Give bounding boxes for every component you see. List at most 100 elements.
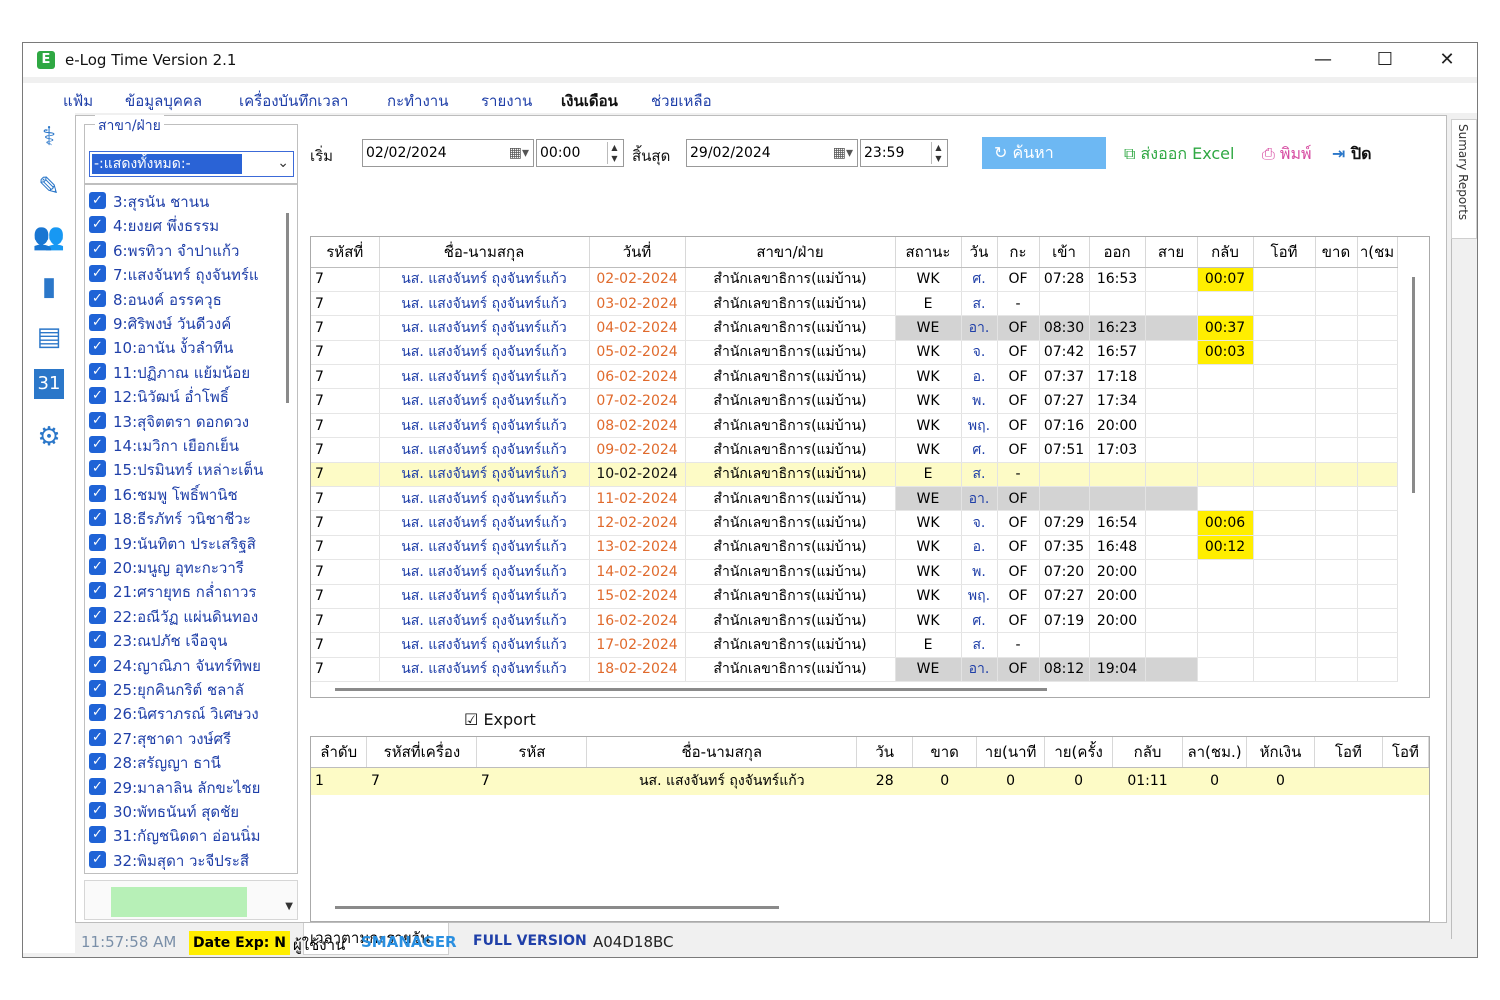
checkbox-checked-icon[interactable]: ✓: [89, 216, 106, 234]
summary-column-header[interactable]: ลำดับ: [311, 737, 368, 768]
export-excel-button[interactable]: ⧉ ส่งออก Excel: [1124, 142, 1234, 167]
checkbox-checked-icon[interactable]: ✓: [89, 704, 106, 722]
employee-item[interactable]: ✓ 4:ยงยศ พึ่งธรรม: [89, 213, 297, 235]
employee-list[interactable]: ✓ 3:สุรนัน ชานน ✓ 4:ยงยศ พึ่งธรรม ✓ 6:พรทิวา …: [84, 184, 298, 874]
calendar-dropdown-icon[interactable]: ▦▾: [509, 140, 529, 166]
column-header[interactable]: กลับ: [1197, 237, 1254, 268]
checkbox-checked-icon[interactable]: ✓: [89, 314, 106, 331]
employee-item[interactable]: ✓ 11:ปฏิภาณ แย้มน้อย: [89, 360, 297, 382]
column-header[interactable]: า(ชม: [1357, 237, 1398, 268]
table-row[interactable]: 7 นส. แสงจันทร์ ถุงจันทร์แก้ว 07-02-2024 สำ…: [311, 388, 1398, 414]
checkbox-checked-icon[interactable]: ✓: [89, 850, 106, 868]
branch-select[interactable]: -:แสดงทั้งหมด:- ⌄: [89, 151, 294, 177]
column-header[interactable]: วัน: [961, 237, 998, 268]
employee-item[interactable]: ✓ 25:ยุกคินกริต์ ชลาลั: [89, 677, 297, 699]
summary-column-header[interactable]: รหัส: [476, 737, 588, 768]
close-window-button[interactable]: ✕: [1427, 47, 1467, 73]
checkbox-checked-icon[interactable]: ✓: [89, 680, 106, 697]
print-button[interactable]: ⎙ พิมพ์: [1262, 142, 1312, 167]
summary-horizontal-scrollbar[interactable]: [335, 906, 779, 909]
employee-item[interactable]: ✓ 3:สุรนัน ชานน: [89, 189, 297, 211]
table-row[interactable]: 7 นส. แสงจันทร์ ถุงจันทร์แก้ว 12-02-2024 สำ…: [311, 510, 1398, 536]
grid-horizontal-scrollbar[interactable]: [335, 688, 1047, 691]
checkbox-checked-icon[interactable]: ✓: [89, 558, 106, 575]
column-header[interactable]: สถานะ: [895, 237, 962, 268]
employee-item[interactable]: ✓ 32:พิมสุดา วะจีประสี: [89, 848, 297, 870]
employee-item[interactable]: ✓ 23:ณปภัช เจือจุน: [89, 628, 297, 650]
checkbox-checked-icon[interactable]: ✓: [89, 289, 106, 307]
column-header[interactable]: สาขา/ฝ่าย: [685, 237, 896, 268]
checkbox-checked-icon[interactable]: ✓: [89, 460, 106, 478]
employee-item[interactable]: ✓ 20:มนูญ อุทะกะวารี: [89, 555, 297, 577]
table-row[interactable]: 7 นส. แสงจันทร์ ถุงจันทร์แก้ว 11-02-2024 สำ…: [311, 486, 1398, 512]
checkbox-checked-icon[interactable]: ✓: [89, 265, 106, 283]
checkbox-checked-icon[interactable]: ✓: [89, 362, 106, 380]
checkbox-checked-icon[interactable]: ✓: [89, 436, 106, 453]
export-button[interactable]: ☑ Export: [464, 710, 536, 729]
calendar-dropdown-icon[interactable]: ▦▾: [833, 140, 853, 166]
employee-item[interactable]: ✓ 31:กัญชนิดดา อ่อนนิ่ม: [89, 823, 297, 845]
checkbox-checked-icon[interactable]: ✓: [89, 728, 106, 746]
start-date-input[interactable]: 02/02/2024 ▦▾: [362, 139, 534, 167]
checkbox-checked-icon[interactable]: ✓: [89, 509, 106, 527]
employee-item[interactable]: ✓ 28:สรัญญา ธานี: [89, 750, 297, 772]
summary-column-header[interactable]: าย(ครั้ง: [1044, 737, 1114, 768]
employee-item[interactable]: ✓ 27:สุชาดา วงษ์ศรี: [89, 726, 297, 748]
checkbox-checked-icon[interactable]: ✓: [89, 240, 106, 258]
dropdown-arrow-icon[interactable]: ▼: [285, 901, 293, 912]
table-row[interactable]: 7 นส. แสงจันทร์ ถุงจันทร์แก้ว 10-02-2024 สำ…: [311, 462, 1398, 488]
employee-item[interactable]: ✓ 19:นันทิตา ประเสริฐสิ: [89, 531, 297, 553]
maximize-button[interactable]: ☐: [1365, 47, 1405, 73]
column-header[interactable]: โอที: [1253, 237, 1316, 268]
summary-column-header[interactable]: รหัสที่เครื่อง: [366, 737, 478, 768]
column-header[interactable]: วันที่: [589, 237, 686, 268]
summary-column-header[interactable]: ชื่อ-นามสกุล: [586, 737, 858, 768]
table-row[interactable]: 7 นส. แสงจันทร์ ถุงจันทร์แก้ว 17-02-2024 สำ…: [311, 632, 1398, 658]
employee-item[interactable]: ✓ 15:ปรมินทร์ เหล่าะเต็น: [89, 457, 297, 479]
employee-item[interactable]: ✓ 6:พรทิวา จำปาแก้ว: [89, 238, 297, 260]
stethoscope-icon[interactable]: ⚕: [31, 119, 67, 155]
summary-grid[interactable]: ลำดับ รหัสที่เครื่อง รหัส ชื่อ-นามสกุล วัน ขา…: [310, 736, 1430, 922]
checkbox-checked-icon[interactable]: ✓: [89, 655, 106, 673]
summary-row[interactable]: 1 7 7 นส. แสงจันทร์ ถุงจันทร์แก้ว 28 0 0 0 01:11…: [311, 767, 1429, 795]
table-row[interactable]: 7 นส. แสงจันทร์ ถุงจันทร์แก้ว 14-02-2024 สำ…: [311, 559, 1398, 585]
end-time-input[interactable]: 23:59 ▲ ▼: [860, 139, 948, 167]
employee-item[interactable]: ✓ 12:นิวัฒน์ อ่ำโพธิ์: [89, 384, 297, 406]
menu-salary[interactable]: เงินเดือน: [561, 89, 618, 113]
checkbox-checked-icon[interactable]: ✓: [89, 338, 106, 356]
document-icon[interactable]: ▤: [31, 319, 67, 355]
grid-vertical-scrollbar[interactable]: [1412, 277, 1415, 493]
checkbox-checked-icon[interactable]: ✓: [89, 387, 106, 405]
checkbox-checked-icon[interactable]: ✓: [89, 606, 106, 624]
table-row[interactable]: 7 นส. แสงจันทร์ ถุงจันทร์แก้ว 18-02-2024 สำ…: [311, 657, 1398, 683]
employee-item[interactable]: ✓ 26:นิศราภรณ์ วิเศษวง: [89, 701, 297, 723]
column-header[interactable]: ออก: [1089, 237, 1146, 268]
checkbox-checked-icon[interactable]: ✓: [89, 582, 106, 600]
employee-item[interactable]: ✓ 13:สุจิตตรา ดอกดวง: [89, 409, 297, 431]
employee-item[interactable]: ✓ 14:เมวิกา เยือกเย็น: [89, 433, 297, 455]
bandage-icon[interactable]: ✎: [31, 169, 67, 205]
summary-column-header[interactable]: กลับ: [1112, 737, 1184, 768]
table-row[interactable]: 7 นส. แสงจันทร์ ถุงจันทร์แก้ว 03-02-2024 สำ…: [311, 291, 1398, 317]
checkbox-checked-icon[interactable]: ✓: [89, 777, 106, 795]
checkbox-checked-icon[interactable]: ✓: [89, 802, 106, 819]
checkbox-checked-icon[interactable]: ✓: [89, 631, 106, 649]
employee-item[interactable]: ✓ 8:อนงค์ อรรควุธ: [89, 287, 297, 309]
start-time-input[interactable]: 00:00 ▲ ▼: [536, 139, 624, 167]
column-header[interactable]: ขาด: [1315, 237, 1358, 268]
menu-help[interactable]: ช่วยเหลือ: [651, 89, 712, 113]
calendar-icon[interactable]: 31: [34, 369, 64, 399]
checkbox-checked-icon[interactable]: ✓: [89, 826, 106, 844]
summary-column-header[interactable]: วัน: [856, 737, 914, 768]
summary-reports-tab[interactable]: Sumary Reports: [1451, 119, 1477, 239]
employee-item[interactable]: ✓ 9:ศิริพงษ์ วันดีวงค์: [89, 311, 297, 333]
table-row[interactable]: 7 นส. แสงจันทร์ ถุงจันทร์แก้ว 09-02-2024 สำ…: [311, 437, 1398, 463]
checkbox-checked-icon[interactable]: ✓: [89, 753, 106, 771]
search-button[interactable]: ↻ ค้นหา: [982, 137, 1106, 169]
table-row[interactable]: 7 นส. แสงจันทร์ ถุงจันทร์แก้ว 08-02-2024 สำ…: [311, 413, 1398, 439]
table-row[interactable]: 7 นส. แสงจันทร์ ถุงจันทร์แก้ว 04-02-2024 สำ…: [311, 315, 1398, 341]
summary-column-header[interactable]: ขาด: [912, 737, 978, 768]
employee-item[interactable]: ✓ 24:ญาณิภา จันทร์ทิพย: [89, 653, 297, 675]
menu-shift[interactable]: กะทำงาน: [387, 89, 448, 113]
menu-personal[interactable]: ข้อมูลบุคคล: [125, 89, 202, 113]
